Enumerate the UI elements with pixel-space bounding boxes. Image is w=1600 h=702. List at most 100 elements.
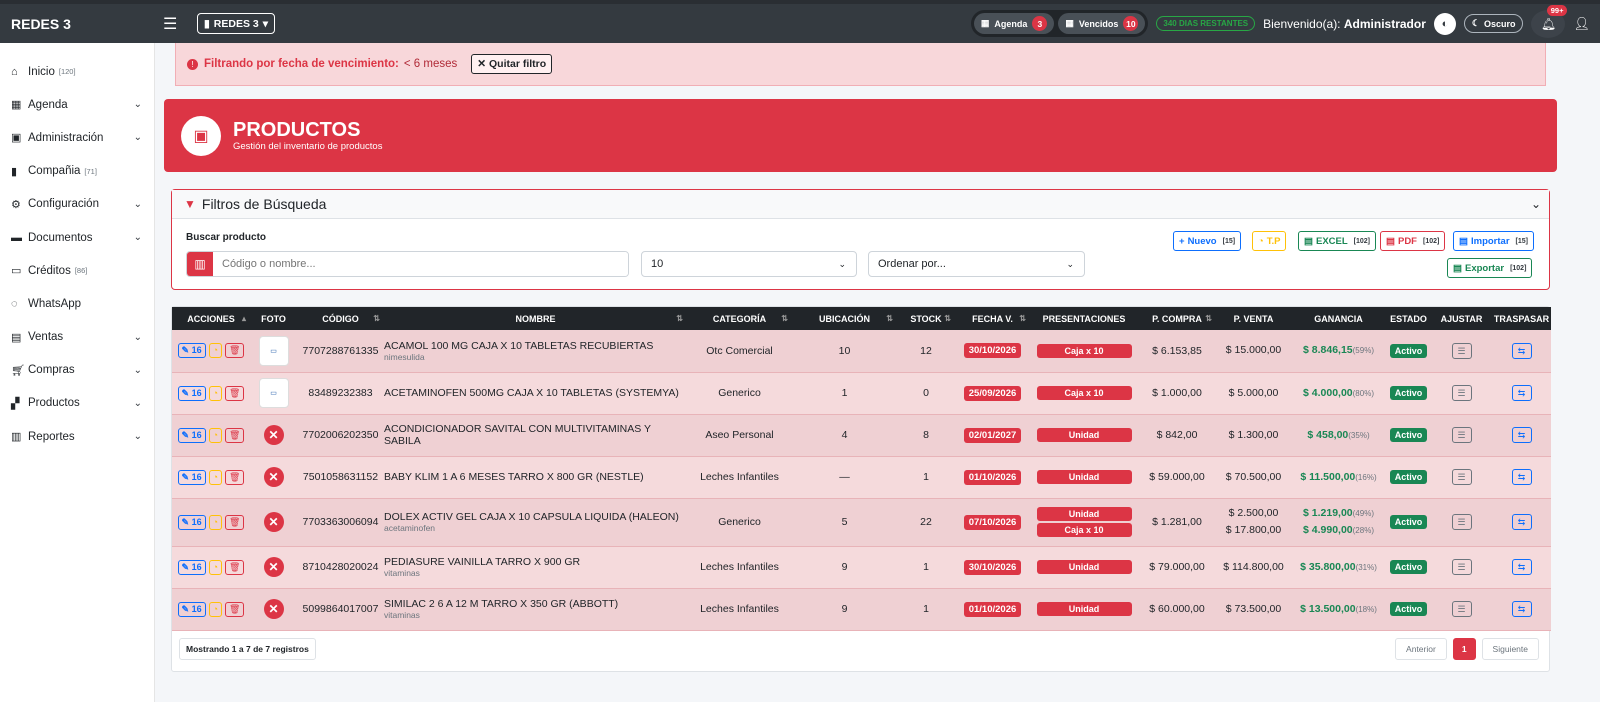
edit-button[interactable]: ✎ 16	[177, 469, 206, 485]
sidebar-item-creditos[interactable]: ▭ Créditos [86]	[0, 254, 154, 287]
agenda-count: 3	[1032, 16, 1048, 31]
toggle-button[interactable]: ◔	[208, 343, 223, 359]
col-ubicacion[interactable]: UBICACIÓN ⇅	[792, 307, 897, 330]
user-icon[interactable]: 👤︎	[1573, 16, 1590, 32]
sidebar-item-configuracion[interactable]: ⚙ Configuración ⌄	[0, 188, 154, 221]
edit-button[interactable]: ✎ 16	[177, 514, 206, 530]
col-fecha[interactable]: FECHA V. ⇅	[955, 307, 1030, 330]
menu-toggle-icon[interactable]: ☰	[163, 14, 197, 34]
file-export-icon: ▤	[1453, 262, 1462, 274]
search-input[interactable]	[213, 252, 628, 276]
import-button[interactable]: ▤ Importar [15]	[1453, 231, 1534, 251]
order-select[interactable]: Ordenar por... ⌄	[868, 251, 1085, 277]
col-categoria[interactable]: CATEGORÍA ⇅	[687, 307, 792, 330]
sidebar-item-compania[interactable]: ▮ Compañia [71]	[0, 155, 154, 188]
product-image[interactable]: ▭	[258, 335, 289, 366]
transfer-icon[interactable]: ⇆	[1511, 469, 1532, 485]
presentation-badge: Unidad	[1036, 428, 1132, 442]
sliders-icon[interactable]: ☰	[1451, 385, 1472, 401]
transfer-icon[interactable]: ⇆	[1511, 385, 1532, 401]
edit-button[interactable]: ✎ 16	[177, 343, 206, 359]
sidebar-item-productos[interactable]: ▞ Productos ⌄	[0, 387, 154, 420]
delete-button[interactable]: 🗑︎	[225, 559, 245, 575]
transfer-icon[interactable]: ⇆	[1511, 427, 1532, 443]
next-page-button[interactable]: Siguiente	[1481, 638, 1539, 660]
delete-button[interactable]: 🗑︎	[225, 427, 245, 443]
sliders-icon[interactable]: ☰	[1451, 469, 1472, 485]
palette-icon[interactable]: ◐	[1433, 12, 1456, 35]
edit-button[interactable]: ✎ 16	[177, 385, 206, 401]
product-code: 8710428020024	[297, 546, 384, 589]
page-1-button[interactable]: 1	[1452, 638, 1476, 660]
toggle-button[interactable]: ◔	[208, 514, 223, 530]
col-stock[interactable]: STOCK ⇅	[897, 307, 955, 330]
sliders-icon[interactable]: ☰	[1451, 342, 1472, 359]
product-code: 7707288761335	[297, 330, 384, 373]
excel-button[interactable]: ▤ EXCEL [102]	[1298, 231, 1377, 251]
transfer-icon[interactable]: ⇆	[1511, 559, 1532, 575]
notifications-button[interactable]: 🔔︎ 99+	[1531, 4, 1568, 38]
delete-button[interactable]: 🗑︎	[225, 385, 245, 401]
sliders-icon[interactable]: ☰	[1451, 514, 1472, 530]
sidebar-item-administracion[interactable]: ▣ Administración ⌄	[0, 121, 154, 154]
col-nombre[interactable]: NOMBRE ⇅	[384, 307, 687, 330]
new-button[interactable]: + Nuevo [15]	[1173, 231, 1242, 251]
sliders-icon[interactable]: ☰	[1451, 601, 1472, 617]
sidebar-item-compras[interactable]: 🛒︎ Compras ⌄	[0, 354, 154, 387]
col-acciones[interactable]: ACCIONES ▴	[172, 307, 250, 330]
table-row: ✎ 16 ◔ 🗑︎ ✕ 5099864017007 SIMILAC 2 6 A 12…	[172, 588, 1551, 631]
sidebar-item-documentos[interactable]: ▬ Documentos ⌄	[0, 221, 154, 254]
page-size-select[interactable]: 10 ⌄	[641, 251, 857, 277]
product-location: 5	[792, 498, 897, 547]
chevron-down-icon[interactable]: ⌄	[1531, 197, 1541, 211]
delete-button[interactable]: 🗑︎	[225, 514, 245, 530]
col-p-compra[interactable]: P. COMPRA ⇅	[1138, 307, 1216, 330]
sort-icon: ⇅	[676, 313, 683, 323]
file-import-icon: ▤	[1459, 235, 1468, 247]
tp-button[interactable]: ◔ T.P	[1252, 231, 1287, 251]
sliders-icon[interactable]: ☰	[1451, 559, 1472, 575]
edit-button[interactable]: ✎ 16	[177, 559, 206, 575]
vencidos-button[interactable]: ▦ Vencidos 10	[1058, 13, 1146, 34]
exclamation-icon: !	[187, 58, 198, 70]
toggle-button[interactable]: ◔	[208, 559, 223, 575]
delete-button[interactable]: 🗑︎	[225, 601, 245, 617]
transfer-icon[interactable]: ⇆	[1511, 601, 1532, 617]
product-image[interactable]: ▭	[258, 378, 289, 408]
remove-filter-button[interactable]: ✕ Quitar filtro	[471, 54, 553, 74]
pdf-button[interactable]: ▤ PDF [102]	[1380, 231, 1446, 251]
sort-icon: ▴	[241, 313, 246, 323]
sidebar-item-ventas[interactable]: ▤ Ventas ⌄	[0, 321, 154, 354]
box-open-icon: ▣	[181, 115, 221, 156]
presentation-badge: Unidad	[1036, 470, 1132, 484]
barcode-icon[interactable]: ▥	[187, 252, 213, 276]
prev-page-button[interactable]: Anterior	[1395, 638, 1447, 660]
sidebar-item-inicio[interactable]: ⌂ Inicio [120]	[0, 55, 154, 88]
edit-button[interactable]: ✎ 16	[177, 601, 206, 617]
transfer-icon[interactable]: ⇆	[1511, 514, 1532, 530]
toggle-button[interactable]: ◔	[208, 385, 223, 401]
delete-button[interactable]: 🗑︎	[225, 343, 245, 359]
agenda-button[interactable]: ▦ Agenda 3	[973, 13, 1055, 34]
sort-icon: ⇅	[373, 313, 380, 323]
col-codigo[interactable]: CÓDIGO ⇅	[297, 307, 384, 330]
company-selector[interactable]: ▮ REDES 3 ▾	[197, 13, 275, 34]
sidebar-item-whatsapp[interactable]: ◌ WhatsApp	[0, 287, 154, 320]
toggle-button[interactable]: ◔	[208, 427, 223, 443]
export-button[interactable]: ▤ Exportar [102]	[1447, 258, 1533, 278]
brand-logo[interactable]: REDES 3	[0, 16, 155, 32]
sliders-icon[interactable]: ☰	[1451, 427, 1472, 443]
delete-button[interactable]: 🗑︎	[225, 469, 245, 485]
product-location: 9	[792, 546, 897, 589]
toggle-button[interactable]: ◔	[208, 469, 223, 485]
sidebar-item-agenda[interactable]: ▦ Agenda ⌄	[0, 88, 154, 121]
filters-header[interactable]: ▼ Filtros de Búsqueda ⌄	[172, 190, 1549, 219]
sidebar-item-reportes[interactable]: ▥ Reportes ⌄	[0, 420, 154, 453]
presentation-badge: Caja x 10	[1036, 343, 1132, 358]
folder-icon: ▬	[11, 231, 22, 244]
transfer-icon[interactable]: ⇆	[1511, 342, 1532, 359]
status-badge: Activo	[1389, 386, 1428, 400]
theme-toggle[interactable]: ☾ Oscuro	[1463, 14, 1524, 33]
edit-button[interactable]: ✎ 16	[177, 427, 206, 443]
toggle-button[interactable]: ◔	[208, 601, 223, 617]
